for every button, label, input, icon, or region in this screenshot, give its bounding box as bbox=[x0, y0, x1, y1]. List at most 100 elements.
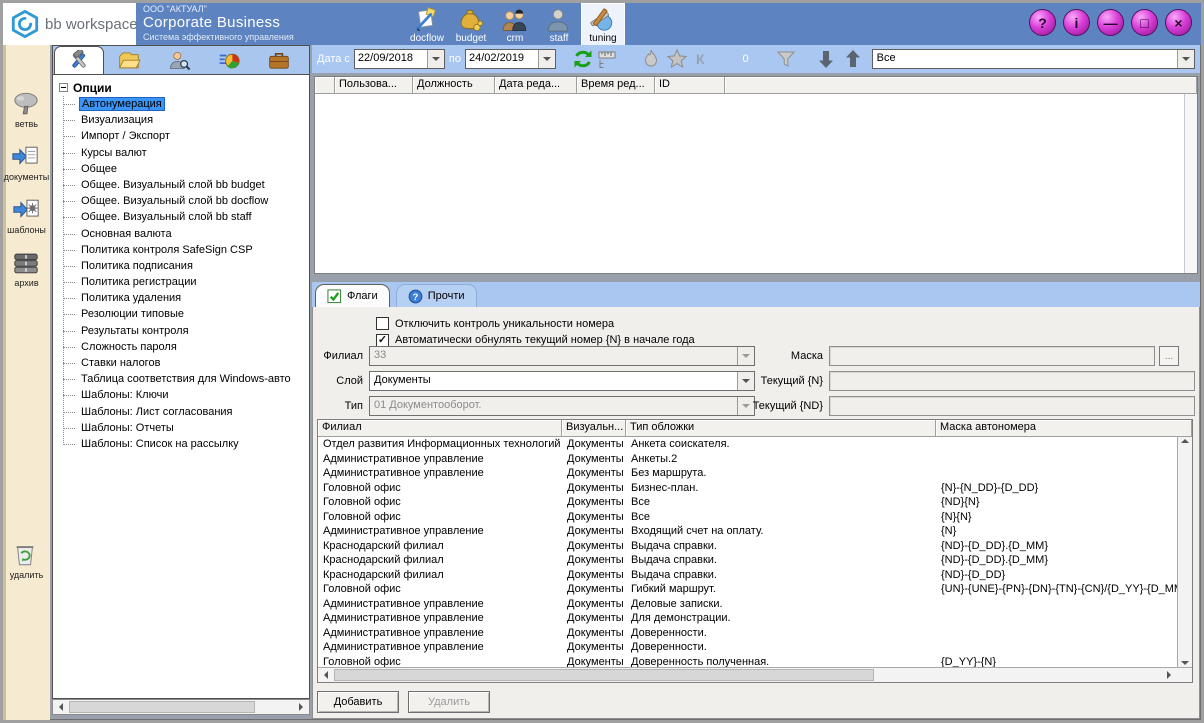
scrollbar-thumb[interactable] bbox=[69, 701, 255, 713]
flags-tab-body: Отключить контроль уникальности номера✓А… bbox=[312, 307, 1200, 719]
left-tab-briefcase[interactable] bbox=[254, 47, 304, 74]
tree-item[interactable]: Результаты контроля bbox=[63, 323, 309, 339]
date-to-input[interactable]: 24/02/2019 bbox=[465, 49, 556, 69]
table-row[interactable]: Административное управлениеДокументыБез … bbox=[318, 466, 1177, 481]
table-row[interactable]: Административное управлениеДокументыДело… bbox=[318, 597, 1177, 612]
table-row[interactable]: Административное управлениеДокументыДове… bbox=[318, 640, 1177, 655]
tree-item[interactable]: Сложность пароля bbox=[63, 339, 309, 355]
chevron-down-icon[interactable] bbox=[538, 50, 555, 68]
table-row[interactable]: Краснодарский филиалДокументыВыдача спра… bbox=[318, 568, 1177, 583]
tree-item[interactable]: Шаблоны: Ключи bbox=[63, 387, 309, 403]
tree-item[interactable]: Политика контроля SafeSign CSP bbox=[63, 242, 309, 258]
left-tab-shared-folder[interactable] bbox=[104, 47, 154, 74]
table-row[interactable]: Краснодарский филиалДокументыВыдача спра… bbox=[318, 553, 1177, 568]
ruler-icon[interactable] bbox=[596, 48, 618, 70]
table-row[interactable]: Краснодарский филиалДокументыВыдача спра… bbox=[318, 539, 1177, 554]
module-staff[interactable]: staff bbox=[537, 3, 581, 45]
date-from-input[interactable]: 22/09/2018 bbox=[354, 49, 445, 69]
vertical-scrollbar[interactable] bbox=[1177, 437, 1192, 667]
scroll-down-icon[interactable] bbox=[1181, 661, 1189, 665]
left-tab-tools[interactable] bbox=[54, 46, 104, 74]
column-header[interactable]: Визуальн... bbox=[562, 420, 626, 437]
column-header[interactable]: Тип обложки bbox=[626, 420, 936, 437]
close-window-button[interactable]: × bbox=[1165, 9, 1192, 36]
arrow-up-icon[interactable] bbox=[842, 48, 864, 70]
column-header[interactable]: Должность bbox=[413, 77, 495, 94]
sidebar-item-delete[interactable]: удалить bbox=[10, 542, 44, 580]
add-button[interactable]: Добавить bbox=[317, 691, 399, 713]
table-row[interactable]: Головной офисДокументыВсе{ND}{N} bbox=[318, 495, 1177, 510]
chevron-down-icon[interactable] bbox=[427, 50, 444, 68]
tree-item[interactable]: Шаблоны: Лист согласования bbox=[63, 404, 309, 420]
column-header[interactable] bbox=[725, 77, 1197, 94]
scroll-right-icon[interactable] bbox=[1161, 668, 1177, 682]
tree-item[interactable]: Политика подписания bbox=[63, 258, 309, 274]
tree-item[interactable]: Автонумерация bbox=[63, 96, 309, 112]
tab-flags[interactable]: Флаги bbox=[315, 284, 390, 307]
scroll-up-icon[interactable] bbox=[1181, 439, 1189, 443]
table-row[interactable]: Административное управлениеДокументыАнке… bbox=[318, 452, 1177, 467]
column-header[interactable]: Пользова... bbox=[335, 77, 413, 94]
tree-item[interactable]: Общее bbox=[63, 161, 309, 177]
column-header[interactable]: Дата реда... bbox=[495, 77, 577, 94]
tree-horizontal-scrollbar[interactable] bbox=[52, 699, 310, 715]
tree-item[interactable]: Импорт / Экспорт bbox=[63, 128, 309, 144]
tree-item[interactable]: Визуализация bbox=[63, 112, 309, 128]
left-tab-inspector[interactable] bbox=[154, 47, 204, 74]
scroll-left-icon[interactable] bbox=[318, 668, 334, 682]
module-budget[interactable]: budget bbox=[449, 3, 493, 45]
tree-item[interactable]: Резолюции типовые bbox=[63, 306, 309, 322]
table-row[interactable]: Административное управлениеДокументыВход… bbox=[318, 524, 1177, 539]
tree-item[interactable]: Основная валюта bbox=[63, 226, 309, 242]
table-row[interactable]: Головной офисДокументыБизнес-план.{N}-{N… bbox=[318, 481, 1177, 496]
help-window-button[interactable]: ? bbox=[1029, 9, 1056, 36]
tree-item[interactable]: Общее. Визуальный слой bb staff bbox=[63, 209, 309, 225]
sidebar-item-archive[interactable]: архив bbox=[12, 250, 42, 288]
column-header[interactable] bbox=[315, 77, 335, 94]
sidebar-item-documents[interactable]: документы bbox=[4, 144, 49, 182]
table-row[interactable]: Отдел развития Информационных технологий… bbox=[318, 437, 1177, 452]
column-header[interactable]: ID bbox=[655, 77, 725, 94]
ellipsis-button[interactable]: ... bbox=[1159, 346, 1179, 366]
tab-other[interactable]: ?Прочти bbox=[396, 284, 477, 307]
chevron-down-icon[interactable] bbox=[1177, 50, 1194, 68]
tree-item[interactable]: Политика регистрации bbox=[63, 274, 309, 290]
filter-select[interactable]: Все bbox=[872, 49, 1195, 69]
checkbox[interactable] bbox=[376, 317, 389, 330]
column-header[interactable]: Маска автономера bbox=[936, 420, 1192, 437]
table-row[interactable]: Административное управлениеДокументыДля … bbox=[318, 611, 1177, 626]
table-row[interactable]: Головной офисДокументыДоверенность получ… bbox=[318, 655, 1177, 668]
column-header[interactable]: Филиал bbox=[318, 420, 562, 437]
sidebar-item-branch[interactable]: ветвь bbox=[12, 91, 42, 129]
module-crm[interactable]: crm bbox=[493, 3, 537, 45]
table-row[interactable]: Административное управлениеДокументыДове… bbox=[318, 626, 1177, 641]
tree-root-node[interactable]: Опции bbox=[59, 79, 309, 96]
horizontal-scrollbar[interactable] bbox=[318, 667, 1177, 682]
refresh-icon[interactable] bbox=[572, 48, 594, 70]
tree-item[interactable]: Шаблоны: Список на рассылку bbox=[63, 436, 309, 452]
scrollbar-thumb[interactable] bbox=[334, 669, 874, 681]
left-tab-reports[interactable] bbox=[204, 47, 254, 74]
checkbox-checked[interactable]: ✓ bbox=[376, 334, 389, 347]
tree-item[interactable]: Общее. Визуальный слой bb docflow bbox=[63, 193, 309, 209]
sidebar-item-templates[interactable]: шаблоны bbox=[7, 197, 46, 235]
scroll-right-icon[interactable] bbox=[293, 700, 309, 714]
tree-item[interactable]: Политика удаления bbox=[63, 290, 309, 306]
table-row[interactable]: Головной офисДокументыГибкий маршрут.{UN… bbox=[318, 582, 1177, 597]
column-header[interactable]: Время ред... bbox=[577, 77, 655, 94]
info-window-button[interactable]: i bbox=[1063, 9, 1090, 36]
minimize-window-button[interactable]: — bbox=[1097, 9, 1124, 36]
tree-item[interactable]: Шаблоны: Отчеты bbox=[63, 420, 309, 436]
maximize-window-button[interactable]: □ bbox=[1131, 9, 1158, 36]
tree-item[interactable]: Ставки налогов bbox=[63, 355, 309, 371]
scroll-left-icon[interactable] bbox=[53, 700, 69, 714]
tree-item[interactable]: Таблица соответствия для Windows-авто bbox=[63, 371, 309, 387]
module-docflow[interactable]: docflow bbox=[405, 3, 449, 45]
tree-item[interactable]: Курсы валют bbox=[63, 145, 309, 161]
module-tuning[interactable]: tuning bbox=[581, 3, 625, 45]
collapse-expander-icon[interactable] bbox=[59, 83, 68, 92]
tree-item[interactable]: Общее. Визуальный слой bb budget bbox=[63, 177, 309, 193]
history-grid-vertical-scrollbar[interactable] bbox=[1184, 94, 1197, 273]
table-row[interactable]: Головной офисДокументыВсе{N}{N} bbox=[318, 510, 1177, 525]
arrow-down-icon[interactable] bbox=[815, 48, 837, 70]
